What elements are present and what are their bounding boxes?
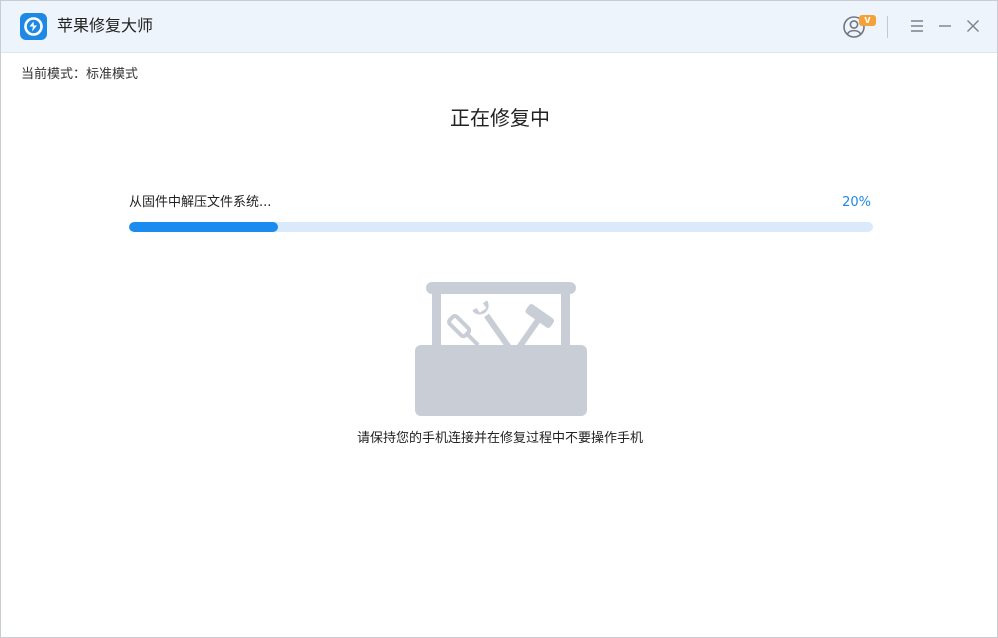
progress-percent: 20% [842,195,871,210]
app-title: 苹果修复大师 [57,16,154,35]
keep-connected-hint: 请保持您的手机连接并在修复过程中不要操作手机 [356,431,643,446]
vip-badge: V [859,15,876,26]
page-title: 正在修复中 [450,106,550,130]
close-icon[interactable] [964,17,982,35]
toolbox-icon [414,281,588,417]
app-logo-icon [20,13,47,40]
progress-bar [129,222,873,232]
title-bar[interactable]: 苹果修复大师 V [1,1,997,53]
progress-bar-fill [129,222,278,232]
title-separator [887,16,888,38]
current-mode-label: 当前模式：标准模式 [21,67,139,82]
minimize-icon[interactable] [936,17,954,35]
menu-icon[interactable] [908,17,926,35]
progress-status-text: 从固件中解压文件系统... [129,195,272,210]
app-window: 苹果修复大师 V 当前模式：标准模式 正在修复中 从固件中解压文件系统... 2… [0,0,998,638]
